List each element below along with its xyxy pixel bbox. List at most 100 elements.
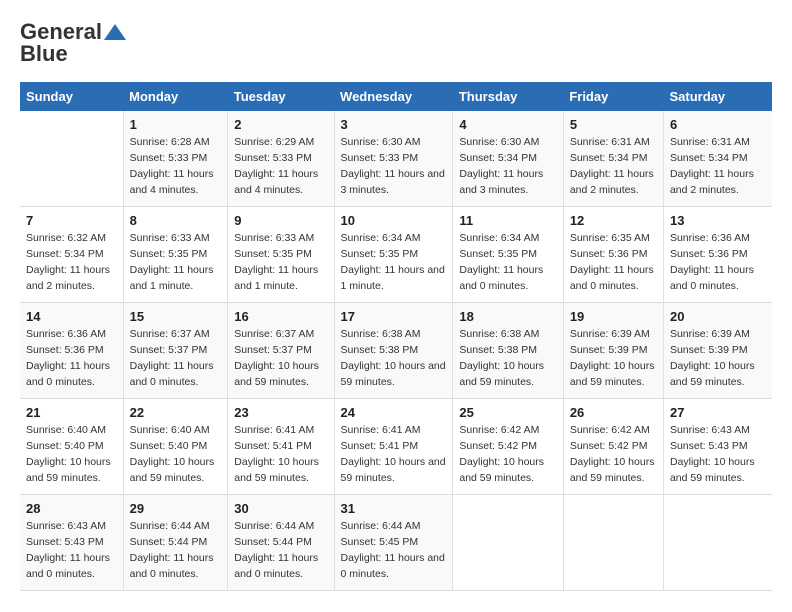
day-number: 22 xyxy=(130,405,222,420)
calendar-cell: 18 Sunrise: 6:38 AMSunset: 5:38 PMDayligh… xyxy=(453,303,563,399)
calendar-cell xyxy=(20,111,123,207)
calendar-cell: 6Sunrise: 6:31 AMSunset: 5:34 PMDaylight… xyxy=(663,111,772,207)
day-number: 1 xyxy=(130,117,222,132)
day-number: 3 xyxy=(341,117,447,132)
weekday-header-friday: Friday xyxy=(563,82,663,111)
day-info: Sunrise: 6:39 AMSunset: 5:39 PMDaylight:… xyxy=(570,327,657,390)
calendar-cell: 8Sunrise: 6:33 AMSunset: 5:35 PMDaylight… xyxy=(123,207,228,303)
week-row-1: 1 Sunrise: 6:28 AMSunset: 5:33 PMDaylight… xyxy=(20,111,772,207)
day-number: 28 xyxy=(26,501,117,516)
day-info: Sunrise: 6:30 AMSunset: 5:34 PMDaylight:… xyxy=(459,135,556,198)
day-info: Sunrise: 6:28 AMSunset: 5:33 PMDaylight:… xyxy=(130,135,222,198)
calendar-cell xyxy=(453,495,563,591)
day-number: 30 xyxy=(234,501,327,516)
calendar-cell: 3 Sunrise: 6:30 AMSunset: 5:33 PMDaylight… xyxy=(334,111,453,207)
weekday-header-sunday: Sunday xyxy=(20,82,123,111)
calendar-cell: 14Sunrise: 6:36 AMSunset: 5:36 PMDayligh… xyxy=(20,303,123,399)
calendar-cell xyxy=(663,495,772,591)
day-info: Sunrise: 6:42 AMSunset: 5:42 PMDaylight:… xyxy=(459,423,556,486)
day-info: Sunrise: 6:29 AMSunset: 5:33 PMDaylight:… xyxy=(234,135,327,198)
calendar-cell: 10 Sunrise: 6:34 AMSunset: 5:35 PMDayligh… xyxy=(334,207,453,303)
day-info: Sunrise: 6:37 AMSunset: 5:37 PMDaylight:… xyxy=(130,327,222,390)
day-number: 29 xyxy=(130,501,222,516)
calendar-cell: 7 Sunrise: 6:32 AMSunset: 5:34 PMDaylight… xyxy=(20,207,123,303)
day-number: 7 xyxy=(26,213,117,228)
day-number: 15 xyxy=(130,309,222,324)
calendar-cell xyxy=(563,495,663,591)
calendar-cell: 24 Sunrise: 6:41 AMSunset: 5:41 PMDayligh… xyxy=(334,399,453,495)
calendar-cell: 4 Sunrise: 6:30 AMSunset: 5:34 PMDaylight… xyxy=(453,111,563,207)
day-info: Sunrise: 6:44 AMSunset: 5:45 PMDaylight:… xyxy=(341,519,447,582)
week-row-2: 7 Sunrise: 6:32 AMSunset: 5:34 PMDaylight… xyxy=(20,207,772,303)
day-number: 21 xyxy=(26,405,117,420)
day-info: Sunrise: 6:38 AMSunset: 5:38 PMDaylight:… xyxy=(459,327,556,390)
calendar-cell: 9 Sunrise: 6:33 AMSunset: 5:35 PMDaylight… xyxy=(228,207,334,303)
calendar-table: SundayMondayTuesdayWednesdayThursdayFrid… xyxy=(20,82,772,591)
day-number: 10 xyxy=(341,213,447,228)
day-number: 26 xyxy=(570,405,657,420)
weekday-header-thursday: Thursday xyxy=(453,82,563,111)
week-row-3: 14Sunrise: 6:36 AMSunset: 5:36 PMDayligh… xyxy=(20,303,772,399)
calendar-cell: 28 Sunrise: 6:43 AMSunset: 5:43 PMDayligh… xyxy=(20,495,123,591)
day-info: Sunrise: 6:44 AMSunset: 5:44 PMDaylight:… xyxy=(130,519,222,582)
day-number: 16 xyxy=(234,309,327,324)
calendar-cell: 20 Sunrise: 6:39 AMSunset: 5:39 PMDayligh… xyxy=(663,303,772,399)
calendar-cell: 15 Sunrise: 6:37 AMSunset: 5:37 PMDayligh… xyxy=(123,303,228,399)
calendar-cell: 22Sunrise: 6:40 AMSunset: 5:40 PMDayligh… xyxy=(123,399,228,495)
day-number: 4 xyxy=(459,117,556,132)
calendar-cell: 2 Sunrise: 6:29 AMSunset: 5:33 PMDaylight… xyxy=(228,111,334,207)
day-info: Sunrise: 6:42 AMSunset: 5:42 PMDaylight:… xyxy=(570,423,657,486)
weekday-header-monday: Monday xyxy=(123,82,228,111)
day-number: 25 xyxy=(459,405,556,420)
day-info: Sunrise: 6:30 AMSunset: 5:33 PMDaylight:… xyxy=(341,135,447,198)
calendar-cell: 19 Sunrise: 6:39 AMSunset: 5:39 PMDayligh… xyxy=(563,303,663,399)
weekday-header-row: SundayMondayTuesdayWednesdayThursdayFrid… xyxy=(20,82,772,111)
day-info: Sunrise: 6:31 AMSunset: 5:34 PMDaylight:… xyxy=(670,135,766,198)
page-header: General Blue xyxy=(20,20,772,66)
day-info: Sunrise: 6:32 AMSunset: 5:34 PMDaylight:… xyxy=(26,231,117,294)
calendar-cell: 17 Sunrise: 6:38 AMSunset: 5:38 PMDayligh… xyxy=(334,303,453,399)
calendar-cell: 29 Sunrise: 6:44 AMSunset: 5:44 PMDayligh… xyxy=(123,495,228,591)
day-info: Sunrise: 6:34 AMSunset: 5:35 PMDaylight:… xyxy=(341,231,447,294)
logo: General Blue xyxy=(20,20,126,66)
day-info: Sunrise: 6:43 AMSunset: 5:43 PMDaylight:… xyxy=(670,423,766,486)
day-number: 19 xyxy=(570,309,657,324)
day-number: 5 xyxy=(570,117,657,132)
day-number: 17 xyxy=(341,309,447,324)
weekday-header-tuesday: Tuesday xyxy=(228,82,334,111)
day-info: Sunrise: 6:33 AMSunset: 5:35 PMDaylight:… xyxy=(234,231,327,294)
logo-icon xyxy=(104,24,126,40)
day-info: Sunrise: 6:41 AMSunset: 5:41 PMDaylight:… xyxy=(341,423,447,486)
calendar-cell: 30 Sunrise: 6:44 AMSunset: 5:44 PMDayligh… xyxy=(228,495,334,591)
day-info: Sunrise: 6:41 AMSunset: 5:41 PMDaylight:… xyxy=(234,423,327,486)
week-row-4: 21 Sunrise: 6:40 AMSunset: 5:40 PMDayligh… xyxy=(20,399,772,495)
day-number: 24 xyxy=(341,405,447,420)
day-info: Sunrise: 6:37 AMSunset: 5:37 PMDaylight:… xyxy=(234,327,327,390)
calendar-cell: 25 Sunrise: 6:42 AMSunset: 5:42 PMDayligh… xyxy=(453,399,563,495)
day-number: 20 xyxy=(670,309,766,324)
day-number: 18 xyxy=(459,309,556,324)
day-info: Sunrise: 6:38 AMSunset: 5:38 PMDaylight:… xyxy=(341,327,447,390)
day-number: 31 xyxy=(341,501,447,516)
calendar-cell: 5Sunrise: 6:31 AMSunset: 5:34 PMDaylight… xyxy=(563,111,663,207)
logo-blue: Blue xyxy=(20,42,68,66)
day-info: Sunrise: 6:44 AMSunset: 5:44 PMDaylight:… xyxy=(234,519,327,582)
weekday-header-wednesday: Wednesday xyxy=(334,82,453,111)
day-number: 27 xyxy=(670,405,766,420)
day-number: 12 xyxy=(570,213,657,228)
day-number: 14 xyxy=(26,309,117,324)
calendar-cell: 1 Sunrise: 6:28 AMSunset: 5:33 PMDaylight… xyxy=(123,111,228,207)
day-info: Sunrise: 6:43 AMSunset: 5:43 PMDaylight:… xyxy=(26,519,117,582)
day-info: Sunrise: 6:36 AMSunset: 5:36 PMDaylight:… xyxy=(670,231,766,294)
calendar-cell: 21 Sunrise: 6:40 AMSunset: 5:40 PMDayligh… xyxy=(20,399,123,495)
calendar-cell: 12 Sunrise: 6:35 AMSunset: 5:36 PMDayligh… xyxy=(563,207,663,303)
day-number: 11 xyxy=(459,213,556,228)
weekday-header-saturday: Saturday xyxy=(663,82,772,111)
day-info: Sunrise: 6:39 AMSunset: 5:39 PMDaylight:… xyxy=(670,327,766,390)
day-number: 8 xyxy=(130,213,222,228)
day-number: 2 xyxy=(234,117,327,132)
calendar-cell: 16 Sunrise: 6:37 AMSunset: 5:37 PMDayligh… xyxy=(228,303,334,399)
day-info: Sunrise: 6:35 AMSunset: 5:36 PMDaylight:… xyxy=(570,231,657,294)
day-info: Sunrise: 6:40 AMSunset: 5:40 PMDaylight:… xyxy=(26,423,117,486)
day-number: 9 xyxy=(234,213,327,228)
